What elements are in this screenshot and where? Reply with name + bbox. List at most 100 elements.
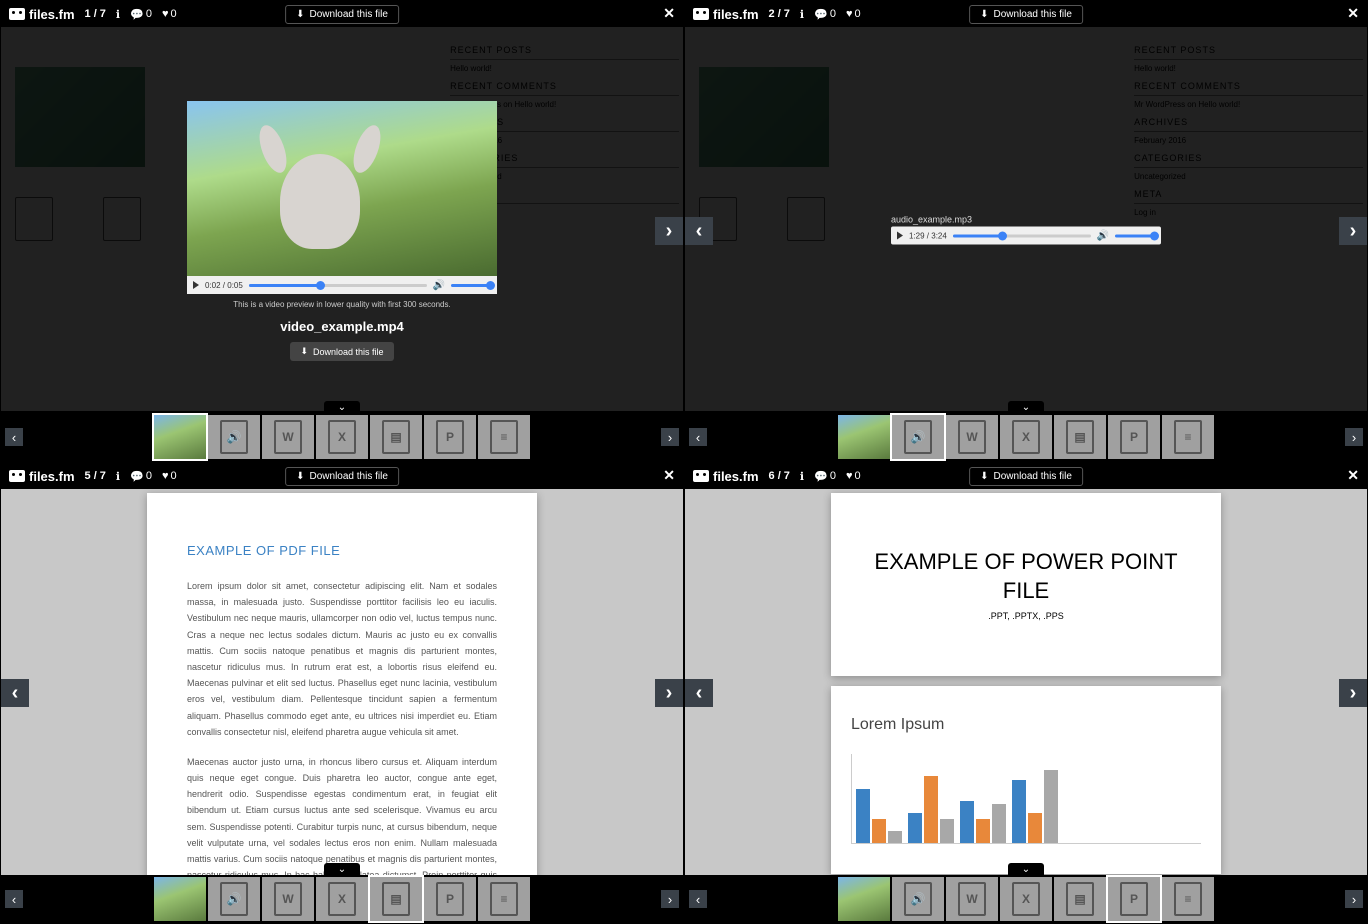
thumbnail-image[interactable] bbox=[838, 415, 890, 459]
thumbnail-text[interactable] bbox=[1162, 877, 1214, 921]
video-frame[interactable] bbox=[187, 101, 497, 276]
heart-icon[interactable]: ♥0 bbox=[846, 8, 861, 20]
thumbnail-excel[interactable] bbox=[316, 877, 368, 921]
thumb-prev-icon[interactable]: ‹ bbox=[689, 890, 707, 908]
thumbnail-pdf[interactable] bbox=[1054, 877, 1106, 921]
info-icon[interactable]: ℹ bbox=[116, 8, 120, 21]
thumbnail-word[interactable] bbox=[262, 877, 314, 921]
close-icon[interactable]: ✕ bbox=[1347, 5, 1359, 22]
next-arrow-icon[interactable]: › bbox=[655, 679, 683, 707]
expand-thumbs-icon[interactable]: ⌄ bbox=[1008, 401, 1044, 413]
chart-bar bbox=[940, 819, 954, 843]
thumb-next-icon[interactable]: › bbox=[1345, 890, 1363, 908]
info-icon[interactable]: ℹ bbox=[116, 470, 120, 483]
thumbnail-pdf[interactable] bbox=[370, 877, 422, 921]
audio-progress[interactable] bbox=[953, 234, 1091, 237]
close-icon[interactable]: ✕ bbox=[663, 467, 675, 484]
thumbnail-excel[interactable] bbox=[316, 415, 368, 459]
volume-slider[interactable] bbox=[451, 284, 491, 287]
prev-arrow-icon[interactable]: ‹ bbox=[685, 679, 713, 707]
thumbnail-audio[interactable] bbox=[892, 877, 944, 921]
text-file-icon bbox=[490, 882, 518, 916]
close-icon[interactable]: ✕ bbox=[1347, 467, 1359, 484]
thumbnail-ppt[interactable] bbox=[424, 877, 476, 921]
play-icon[interactable] bbox=[897, 232, 903, 240]
thumbnail-word[interactable] bbox=[946, 415, 998, 459]
thumbnail-image[interactable] bbox=[154, 415, 206, 459]
audio-file-icon bbox=[904, 420, 932, 454]
thumbnail-audio[interactable] bbox=[208, 415, 260, 459]
heart-icon[interactable]: ♥0 bbox=[162, 8, 177, 20]
chart-bar bbox=[992, 804, 1006, 843]
thumb-next-icon[interactable]: › bbox=[661, 428, 679, 446]
chart-bar bbox=[908, 813, 922, 843]
comments-icon[interactable]: 💬0 bbox=[130, 8, 152, 21]
info-icon[interactable]: ℹ bbox=[800, 8, 804, 21]
next-arrow-icon[interactable]: › bbox=[1339, 217, 1367, 245]
info-icon[interactable]: ℹ bbox=[800, 470, 804, 483]
ppt-file-icon bbox=[436, 882, 464, 916]
thumbnail-text[interactable] bbox=[1162, 415, 1214, 459]
next-arrow-icon[interactable]: › bbox=[655, 217, 683, 245]
thumbnail-pdf[interactable] bbox=[1054, 415, 1106, 459]
video-controls[interactable]: 0:02 / 0:05 🔊 bbox=[187, 276, 497, 294]
thumbnail-audio[interactable] bbox=[208, 877, 260, 921]
thumbnail-word[interactable] bbox=[262, 415, 314, 459]
thumbnail-ppt[interactable] bbox=[1108, 877, 1160, 921]
file-counter: 1 / 7 bbox=[85, 8, 106, 20]
thumbnail-ppt[interactable] bbox=[424, 415, 476, 459]
logo[interactable]: files.fm bbox=[9, 469, 75, 484]
thumbnail-text[interactable] bbox=[478, 877, 530, 921]
viewer-pdf: files.fm 5 / 7 ℹ 💬0 ♥0 ⬇Download this fi… bbox=[0, 462, 684, 924]
logo-icon bbox=[9, 470, 25, 482]
volume-slider[interactable] bbox=[1115, 234, 1155, 237]
expand-thumbs-icon[interactable]: ⌄ bbox=[324, 863, 360, 875]
download-button[interactable]: ⬇Download this file bbox=[285, 5, 399, 24]
thumbnail-strip: ‹ › bbox=[685, 875, 1367, 923]
close-icon[interactable]: ✕ bbox=[663, 5, 675, 22]
play-icon[interactable] bbox=[193, 281, 199, 289]
download-button[interactable]: ⬇Download this file bbox=[285, 467, 399, 486]
slide-title: EXAMPLE OF POWER POINT FILE bbox=[851, 548, 1201, 605]
thumb-prev-icon[interactable]: ‹ bbox=[5, 428, 23, 446]
slide-title: Lorem Ipsum bbox=[851, 716, 1201, 734]
thumbnail-ppt[interactable] bbox=[1108, 415, 1160, 459]
thumb-prev-icon[interactable]: ‹ bbox=[5, 890, 23, 908]
slide-2: Lorem Ipsum bbox=[831, 686, 1221, 874]
expand-thumbs-icon[interactable]: ⌄ bbox=[324, 401, 360, 413]
heart-icon[interactable]: ♥0 bbox=[846, 470, 861, 482]
slide-1: EXAMPLE OF POWER POINT FILE .PPT, .PPTX,… bbox=[831, 493, 1221, 676]
download-button[interactable]: ⬇Download this file bbox=[969, 467, 1083, 486]
download-file-button[interactable]: ⬇Download this file bbox=[290, 342, 393, 361]
volume-icon[interactable]: 🔊 bbox=[433, 280, 445, 291]
heart-icon[interactable]: ♥0 bbox=[162, 470, 177, 482]
thumbnail-image[interactable] bbox=[838, 877, 890, 921]
thumbnail-pdf[interactable] bbox=[370, 415, 422, 459]
comments-icon[interactable]: 💬0 bbox=[814, 470, 836, 483]
logo[interactable]: files.fm bbox=[9, 7, 75, 22]
thumbnail-audio[interactable] bbox=[892, 415, 944, 459]
thumbnail-word[interactable] bbox=[946, 877, 998, 921]
expand-thumbs-icon[interactable]: ⌄ bbox=[1008, 863, 1044, 875]
comments-icon[interactable]: 💬0 bbox=[814, 8, 836, 21]
download-icon: ⬇ bbox=[980, 9, 988, 20]
thumb-prev-icon[interactable]: ‹ bbox=[689, 428, 707, 446]
thumbnail-image[interactable] bbox=[154, 877, 206, 921]
thumbnail-excel[interactable] bbox=[1000, 415, 1052, 459]
comments-icon[interactable]: 💬0 bbox=[130, 470, 152, 483]
pdf-page[interactable]: EXAMPLE OF PDF FILE Lorem ipsum dolor si… bbox=[147, 493, 537, 924]
ppt-container[interactable]: EXAMPLE OF POWER POINT FILE .PPT, .PPTX,… bbox=[831, 493, 1221, 884]
next-arrow-icon[interactable]: › bbox=[1339, 679, 1367, 707]
logo[interactable]: files.fm bbox=[693, 469, 759, 484]
video-progress[interactable] bbox=[249, 284, 427, 287]
thumbnail-excel[interactable] bbox=[1000, 877, 1052, 921]
thumb-next-icon[interactable]: › bbox=[661, 890, 679, 908]
prev-arrow-icon[interactable]: ‹ bbox=[685, 217, 713, 245]
logo[interactable]: files.fm bbox=[693, 7, 759, 22]
download-button[interactable]: ⬇Download this file bbox=[969, 5, 1083, 24]
audio-controls[interactable]: 1:29 / 3:24 🔊 bbox=[891, 227, 1161, 245]
prev-arrow-icon[interactable]: ‹ bbox=[1, 679, 29, 707]
thumb-next-icon[interactable]: › bbox=[1345, 428, 1363, 446]
thumbnail-text[interactable] bbox=[478, 415, 530, 459]
volume-icon[interactable]: 🔊 bbox=[1097, 230, 1109, 241]
